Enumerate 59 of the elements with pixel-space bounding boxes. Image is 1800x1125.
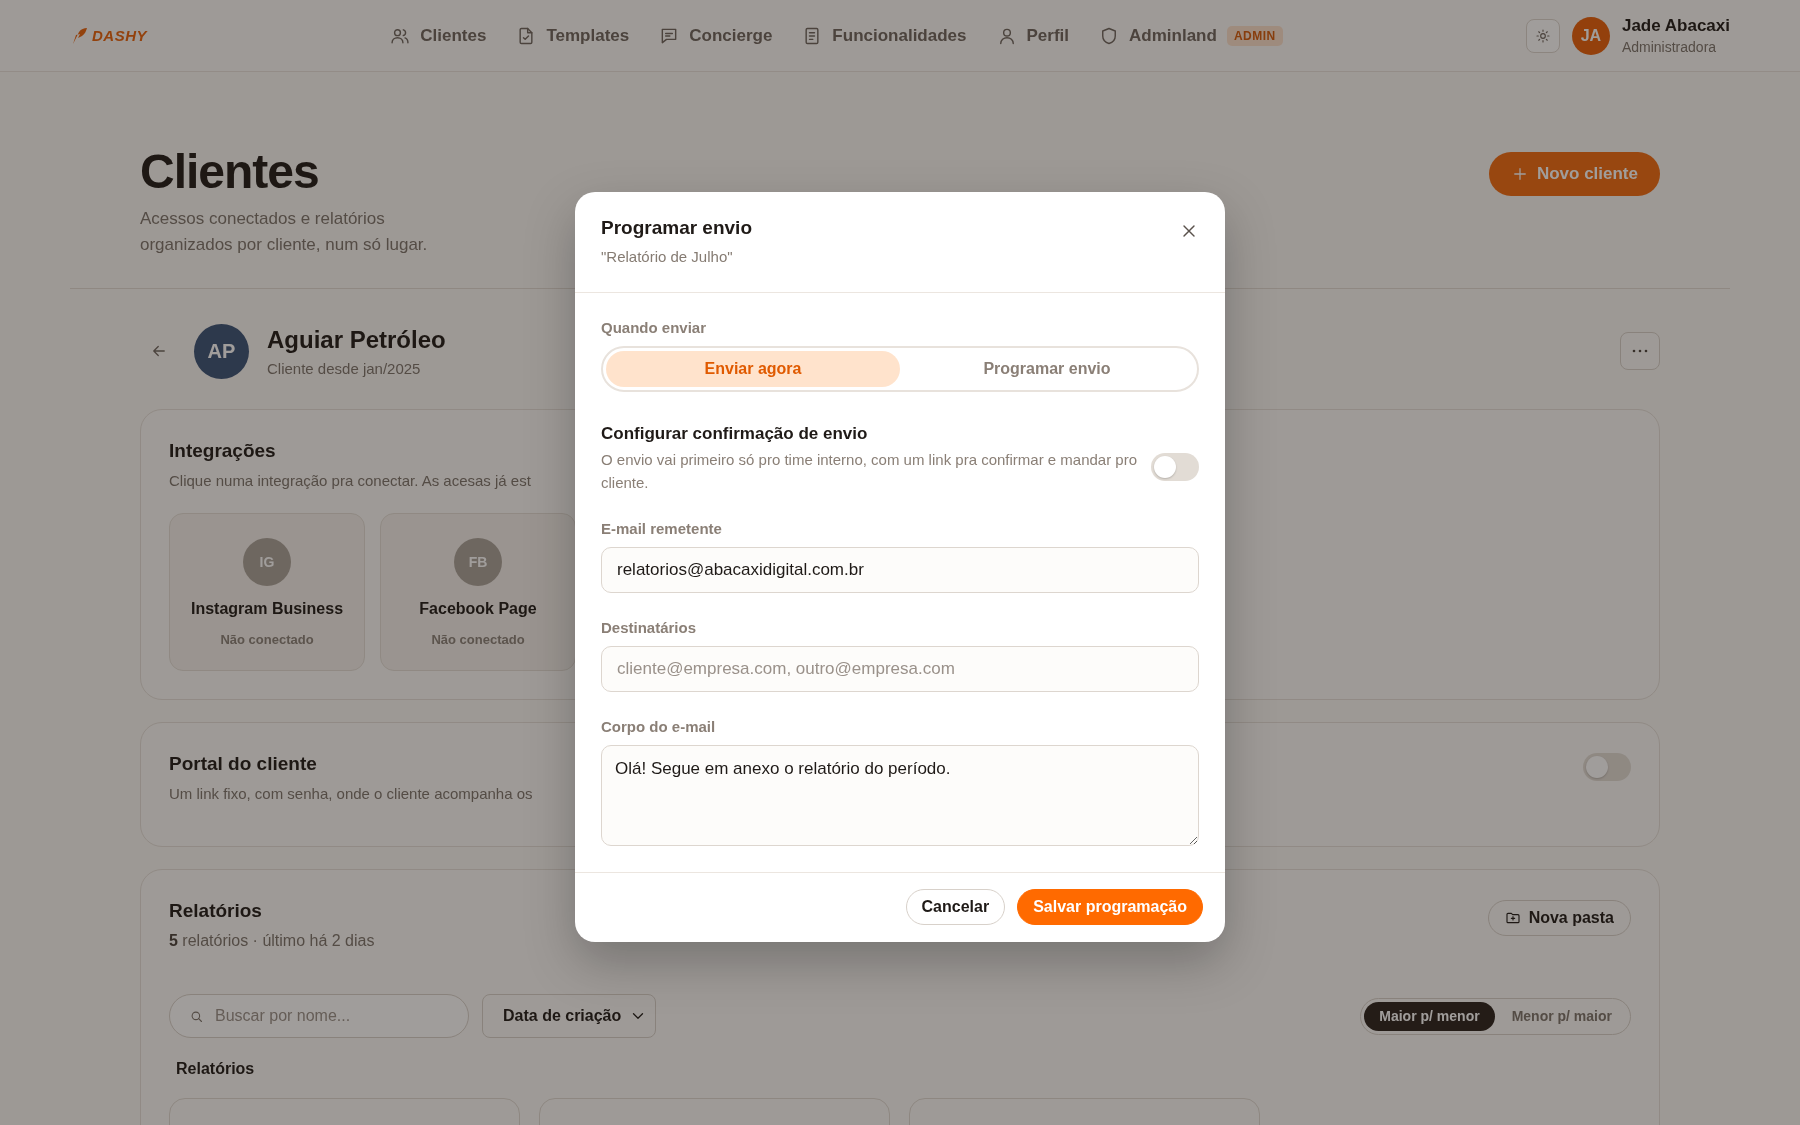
toggle-switch[interactable] — [1151, 453, 1199, 481]
nav-link[interactable]: Perfil — [996, 25, 1070, 46]
option-description: O envio vai primeiro só pro time interno, com um link pra confirmar e mandar pro cliente. — [601, 450, 1139, 493]
section-description: Clique numa integração pra conectar. As acesas já est — [169, 472, 531, 489]
cancel-button[interactable]: Cancelar — [905, 889, 1006, 925]
new-folder-button[interactable]: Nova pasta — [1487, 900, 1631, 936]
section-title: Integrações — [169, 440, 276, 462]
theme-button[interactable] — [1525, 18, 1560, 53]
user-name: Jade Abacaxi — [1621, 16, 1730, 36]
user-role: Administradora — [1621, 39, 1718, 55]
integration-status: Não conectado — [220, 632, 314, 647]
section-title: Relatórios — [169, 900, 262, 922]
send-mode-option[interactable]: Enviar agora — [606, 351, 900, 387]
modal-title: Programar envio — [601, 217, 752, 239]
sort-select[interactable]: Data de criação — [482, 994, 656, 1038]
logo-text: DASHY — [92, 27, 147, 44]
folder-plus-icon — [1504, 910, 1521, 926]
field-label: Corpo do e-mail — [601, 718, 716, 735]
integration-status: Não conectado — [431, 632, 525, 647]
client-name: Aguiar Petróleo — [267, 325, 446, 354]
integration-badge: FB — [454, 538, 502, 586]
text-area[interactable]: Olá! Segue em anexo o relatório do período. — [601, 745, 1199, 846]
input-field[interactable]: cliente@empresa.com, outro@empresa.com — [601, 646, 1199, 692]
client-avatar: AP — [194, 323, 249, 379]
admin-badge: ADMIN — [1226, 25, 1283, 46]
order-option[interactable]: Maior p/ menor — [1364, 1001, 1495, 1031]
section-title: Portal do cliente — [169, 753, 317, 775]
option-title: Configurar confirmação de envio — [601, 424, 868, 444]
modal-subtitle: "Relatório de Julho" — [601, 248, 734, 265]
integration-name: Facebook Page — [419, 600, 537, 618]
field-label: E-mail remetente — [601, 520, 722, 537]
field-label: Quando enviar — [601, 319, 707, 336]
search-field[interactable]: Buscar por nome... — [169, 994, 469, 1038]
ellipsis-icon — [1632, 349, 1648, 353]
page-subtitle: Acessos conectados e relatórios organizados por cliente, num só lugar. — [140, 208, 429, 256]
more-button[interactable] — [1620, 332, 1660, 370]
field-label: Destinatários — [601, 619, 697, 636]
section-description: Um link fixo, com senha, onde o cliente acompanha os — [169, 785, 533, 802]
nav-link[interactable]: Funcionalidades — [802, 25, 967, 46]
order-option[interactable]: Menor p/ maior — [1496, 1001, 1627, 1031]
reports-summary: 5 relatórios · último há 2 dias — [169, 932, 375, 950]
nav-link[interactable]: Adminland ADMIN — [1099, 25, 1283, 46]
save-button[interactable]: Salvar programação — [1017, 889, 1203, 925]
integration-badge: IG — [243, 538, 291, 586]
nav-link[interactable]: Concierge — [659, 25, 773, 46]
send-mode-option[interactable]: Programar envio — [900, 351, 1194, 387]
new-client-button[interactable]: Novo cliente — [1488, 152, 1660, 196]
client-since: Cliente desde jan/2025 — [267, 359, 422, 377]
page-title: Clientes — [140, 144, 320, 200]
subsection-label: Relatórios — [176, 1060, 256, 1078]
integration-tile[interactable]: FB Facebook Page Não conectado — [380, 513, 576, 671]
toggle-switch[interactable] — [1583, 753, 1631, 781]
input-field[interactable]: relatorios@abacaxidigital.com.br — [601, 547, 1199, 593]
sun-icon — [1534, 27, 1551, 44]
integration-tile[interactable]: IG Instagram Business Não conectado — [169, 513, 365, 671]
user-avatar[interactable]: JA — [1571, 16, 1610, 55]
nav-link[interactable]: Templates — [516, 25, 630, 46]
nav-link[interactable]: Clientes — [390, 25, 487, 46]
integration-name: Instagram Business — [190, 600, 344, 618]
